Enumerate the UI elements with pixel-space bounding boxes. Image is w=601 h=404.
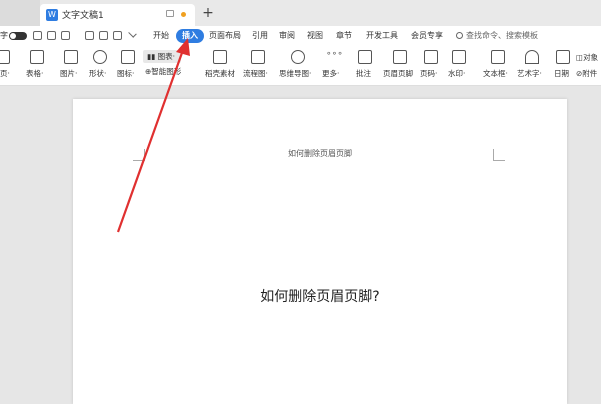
margin-corner-top-left [133,149,145,161]
flowchart-icon [251,50,265,64]
margin-corner-top-right [493,149,505,161]
wordart-icon [525,50,539,64]
tab-sections[interactable]: 章节 [336,30,352,41]
attachment-button[interactable]: ⊘附件 [576,68,597,79]
document-body-text[interactable]: 如何删除页眉页脚? [73,286,567,306]
refresh-icon[interactable] [113,31,122,40]
open-icon[interactable] [33,31,42,40]
tab-developer[interactable]: 开发工具 [366,30,398,41]
tab-member[interactable]: 会员专享 [411,30,443,41]
menu-bar: 字 开始 插入 页面布局 引用 审阅 视图 章节 开发工具 会员专享 查找命令、… [0,26,601,46]
redo-icon[interactable] [85,31,94,40]
shape-icon [93,50,107,64]
tab-insert[interactable]: 插入 [176,29,204,43]
unsaved-dot-icon [181,12,186,17]
header-footer-icon [393,50,407,64]
tab-page-layout[interactable]: 页面布局 [209,30,241,41]
search-placeholder: 查找命令、搜索模板 [466,31,538,40]
document-page[interactable]: 如何删除页眉页脚 如何删除页眉页脚? [73,99,567,404]
table-icon [30,50,44,64]
page-number-icon [424,50,438,64]
print-icon[interactable] [99,31,108,40]
command-search[interactable]: 查找命令、搜索模板 [456,30,538,41]
docer-material-icon [213,50,227,64]
tab-view[interactable]: 视图 [307,30,323,41]
title-bar: W 文字文稿1 + [0,0,601,26]
tab-review[interactable]: 审阅 [279,30,295,41]
document-tab[interactable]: W 文字文稿1 [40,4,195,26]
object-button[interactable]: ◫对象 [576,52,598,63]
icon-library-icon [121,50,135,64]
menu-left-fragment: 字 [0,31,8,40]
new-tab-button[interactable]: + [200,4,216,22]
undo-icon[interactable] [61,31,70,40]
save-icon[interactable] [47,31,56,40]
ribbon-toolbar: 页· 表格· 图片· 形状· 图标· ▮▮ 图表· ⊕智能图形 稻壳素材 流程图… [0,46,601,86]
window-controls-area [0,0,40,26]
writer-doc-icon: W [46,9,58,21]
monitor-icon[interactable] [166,10,174,17]
tab-home[interactable]: 开始 [153,30,169,41]
watermark-icon [452,50,466,64]
smart-art-button[interactable]: ⊕智能图形 [145,66,181,77]
mode-toggle[interactable] [9,32,27,40]
document-workspace[interactable]: 如何删除页眉页脚 如何删除页眉页脚? [0,87,601,404]
page-icon [0,50,10,64]
tab-references[interactable]: 引用 [252,30,268,41]
more-icon: ∘∘∘ [326,49,343,59]
chevron-down-icon[interactable] [128,29,137,38]
bar-chart-icon: ▮▮ [147,52,158,61]
document-tab-title: 文字文稿1 [62,11,104,21]
search-icon [456,32,463,39]
picture-icon [64,50,78,64]
mindmap-icon [291,50,305,64]
textbox-icon [491,50,505,64]
comment-icon [358,50,372,64]
chart-button[interactable]: ▮▮ 图表· [143,50,181,63]
date-icon [556,50,570,64]
